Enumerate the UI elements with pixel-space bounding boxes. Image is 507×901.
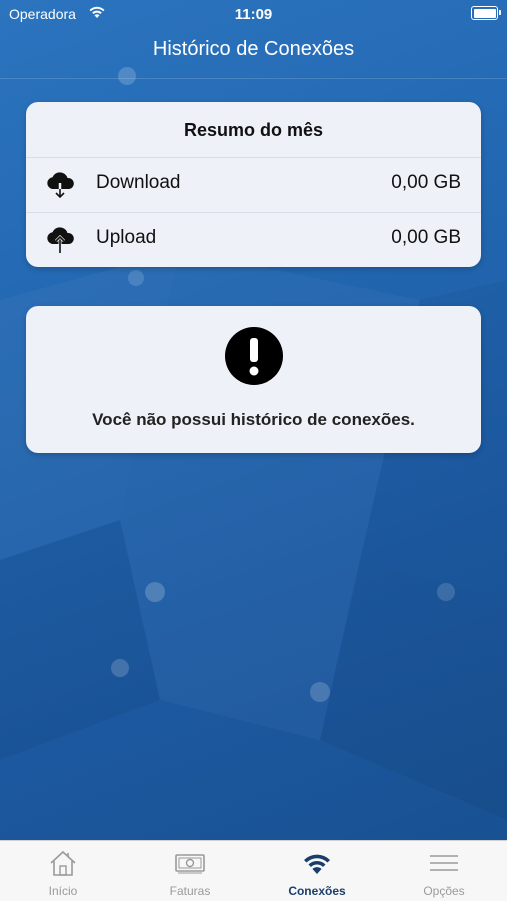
nav-divider [0,78,507,79]
tab-faturas[interactable]: Faturas [127,841,253,901]
download-label: Download [96,172,181,193]
wifi-icon [304,854,330,874]
download-value: 0,00 GB [391,172,461,193]
tab-conexoes[interactable]: Conexões [254,841,380,901]
upload-label: Upload [96,227,157,248]
menu-icon [430,855,458,871]
download-row: Download 0,00 GB [26,157,481,211]
empty-history-card: Você não possui histórico de conexões. [26,306,481,453]
cloud-upload-icon [47,227,74,253]
tab-opcoes[interactable]: Opções [381,841,507,901]
summary-title: Resumo do mês [183,120,324,140]
tab-faturas-label: Faturas [169,884,211,898]
home-icon [50,850,76,876]
exclamation-icon [225,327,283,385]
upload-value: 0,00 GB [391,227,461,248]
tab-inicio-label: Início [48,884,78,898]
banknote-icon [175,854,205,874]
clock: 11:09 [234,6,273,23]
battery-icon [471,6,501,20]
tab-bar: Início Faturas Conexões Opções [0,840,507,901]
tab-opcoes-label: Opções [423,884,465,898]
tab-inicio[interactable]: Início [0,841,126,901]
page-title: Histórico de Conexões [152,38,355,60]
empty-history-message: Você não possui histórico de conexões. [92,410,415,429]
tab-conexoes-label: Conexões [288,884,346,898]
upload-row: Upload 0,00 GB [26,212,481,266]
status-bar: Operadora 11:09 [0,0,507,28]
cloud-download-icon [47,172,74,199]
